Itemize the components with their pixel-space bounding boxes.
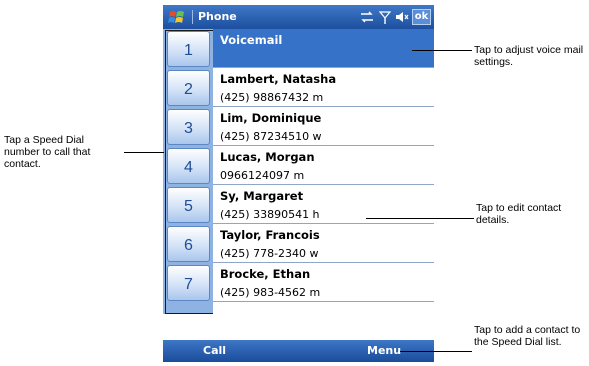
connectivity-icon[interactable] — [359, 9, 375, 25]
speed-dial-key-3[interactable]: 3 — [167, 109, 210, 145]
entry-name: Brocke, Ethan — [220, 267, 311, 281]
callout-add: Tap to add a contact to the Speed Dial l… — [474, 324, 581, 348]
entry-name: Sy, Margaret — [220, 189, 304, 203]
list-item[interactable]: Lucas, Morgan 0966124097 m — [213, 146, 434, 185]
list-item[interactable]: Lim, Dominique (425) 87234510 w — [213, 107, 434, 146]
entry-name: Lambert, Natasha — [220, 72, 337, 86]
signal-strength-icon[interactable] — [377, 9, 393, 25]
entry-name: Lim, Dominique — [220, 111, 322, 125]
title-separator — [192, 10, 193, 24]
entry-name: Taylor, Francois — [220, 228, 320, 242]
speed-dial-key-1[interactable]: 1 — [167, 31, 210, 67]
entry-name: Lucas, Morgan — [220, 150, 315, 164]
callout-line-edit — [366, 218, 474, 219]
callout-speed-dial: Tap a Speed Dial number to call that con… — [4, 134, 91, 170]
list-item[interactable]: Brocke, Ethan (425) 983-4562 m — [213, 263, 434, 302]
entry-number: (425) 983-4562 m — [220, 286, 321, 299]
speed-dial-key-2[interactable]: 2 — [167, 70, 210, 106]
volume-icon[interactable] — [394, 9, 410, 25]
entry-number: (425) 98867432 m — [220, 91, 324, 104]
phone-screen: Phone ok 1 2 3 4 5 6 7 Voicemail Lambert… — [163, 5, 434, 362]
entry-number: (425) 33890541 h — [220, 208, 320, 221]
list-item-voicemail[interactable]: Voicemail — [213, 29, 434, 68]
callout-line-add — [400, 351, 472, 352]
entry-number: (425) 778-2340 w — [220, 247, 319, 260]
speed-dial-key-7[interactable]: 7 — [167, 265, 210, 301]
callout-line-speed-dial — [124, 152, 164, 153]
softkey-bar: Call Menu — [163, 340, 434, 362]
list-item[interactable]: Taylor, Francois (425) 778-2340 w — [213, 224, 434, 263]
windows-start-icon[interactable] — [168, 9, 186, 25]
entry-name: Voicemail — [220, 33, 283, 47]
speed-dial-key-5[interactable]: 5 — [167, 187, 210, 223]
speed-dial-key-6[interactable]: 6 — [167, 226, 210, 262]
call-softkey[interactable]: Call — [203, 344, 226, 357]
app-title: Phone — [198, 10, 237, 23]
callout-edit: Tap to edit contact details. — [476, 202, 562, 226]
list-item[interactable]: Lambert, Natasha (425) 98867432 m — [213, 68, 434, 107]
speed-dial-panel: 1 2 3 4 5 6 7 — [163, 29, 213, 314]
entry-number: 0966124097 m — [220, 169, 305, 182]
callout-line-voicemail — [412, 50, 472, 51]
title-bar: Phone ok — [163, 5, 434, 29]
callout-voicemail: Tap to adjust voice mail settings. — [474, 44, 584, 68]
speed-dial-key-4[interactable]: 4 — [167, 148, 210, 184]
entry-number: (425) 87234510 w — [220, 130, 322, 143]
ok-button[interactable]: ok — [412, 9, 431, 25]
speed-dial-list: Voicemail Lambert, Natasha (425) 9886743… — [213, 29, 434, 314]
menu-softkey[interactable]: Menu — [367, 344, 401, 357]
